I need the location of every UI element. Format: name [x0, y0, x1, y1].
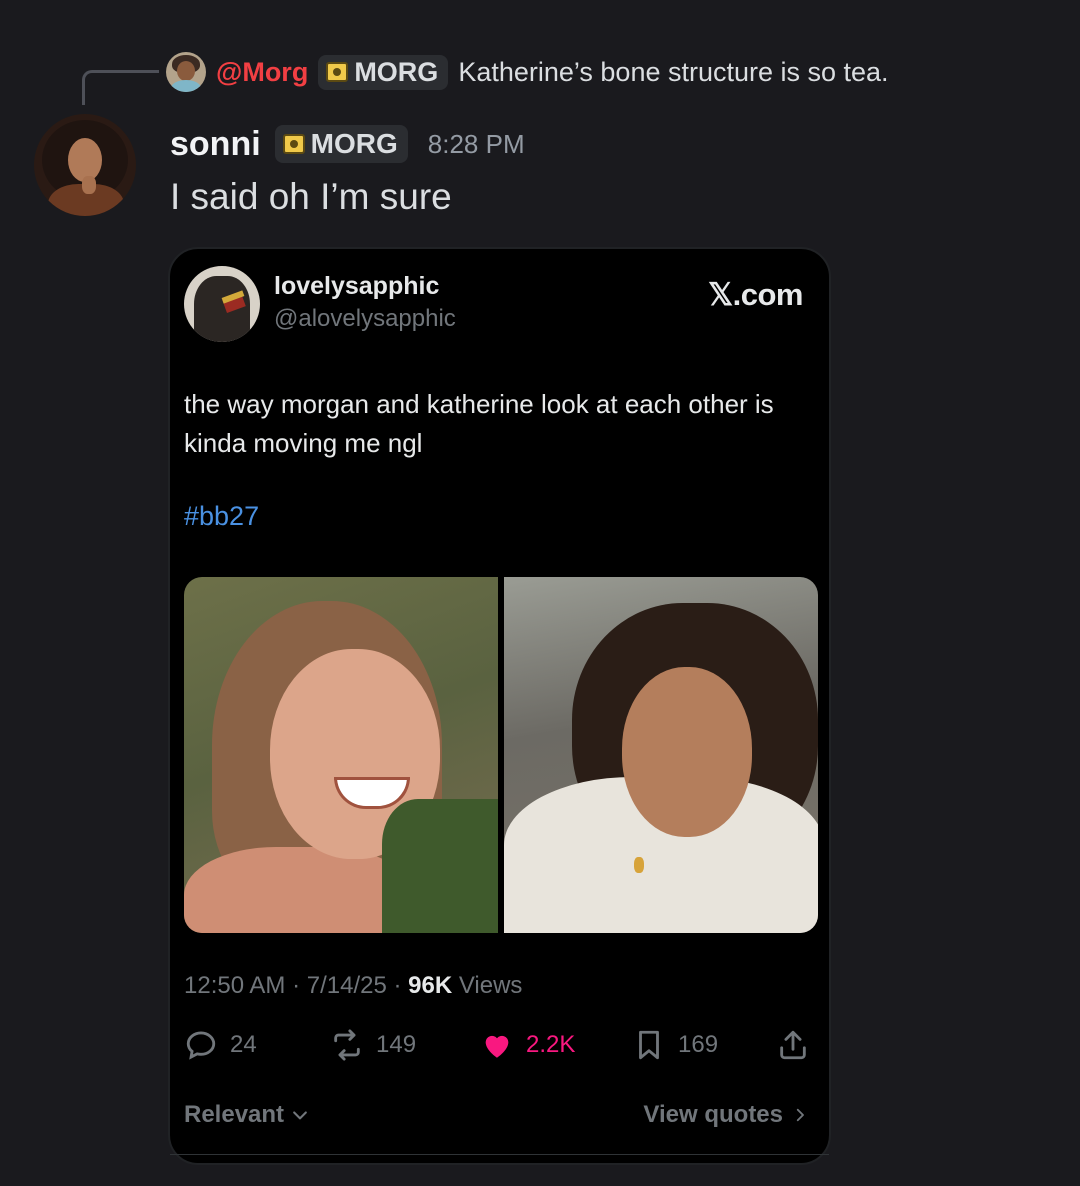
reply-action[interactable]: 24: [184, 1025, 257, 1065]
bookmark-action[interactable]: 169: [632, 1025, 718, 1065]
embed-divider: [170, 1154, 829, 1155]
embed-author-handle[interactable]: @alovelysapphic: [274, 305, 456, 333]
share-action[interactable]: [776, 1025, 810, 1065]
guild-tag-icon: [282, 134, 305, 154]
reply-count: 24: [230, 1031, 257, 1058]
like-action[interactable]: 2.2K: [480, 1025, 575, 1065]
embed-actions: 24 149 2.2K 169: [184, 1025, 812, 1065]
link-embed[interactable]: lovelysapphic @alovelysapphic 𝕏.com the …: [168, 247, 831, 1165]
views-label: Views: [452, 972, 523, 999]
role-tag-label: MORG: [310, 128, 398, 159]
message-text: I said oh I’m sure: [170, 176, 452, 217]
repost-icon: [334, 1029, 360, 1061]
chevron-down-icon: [293, 1111, 307, 1120]
guild-tag-icon: [326, 62, 349, 82]
embed-photo-right[interactable]: [504, 577, 818, 933]
view-quotes-link[interactable]: View quotes: [643, 1101, 809, 1129]
reply-author[interactable]: @Morg: [216, 57, 308, 88]
reply-icon: [186, 1031, 216, 1060]
reply-avatar[interactable]: [166, 52, 206, 92]
embed-hashtag[interactable]: #bb27: [184, 501, 259, 532]
bookmark-count: 169: [678, 1031, 719, 1058]
avatar[interactable]: [34, 114, 136, 216]
embed-author-avatar[interactable]: [184, 266, 260, 342]
message-header: sonni MORG 8:28 PM: [170, 120, 525, 168]
repost-action[interactable]: 149: [330, 1025, 416, 1065]
embed-post-meta: 12:50 AM · 7/14/25 · 96K Views: [184, 972, 522, 1000]
timestamp: 8:28 PM: [427, 128, 525, 159]
reply-text[interactable]: Katherine’s bone structure is so tea.: [458, 57, 888, 88]
sort-relevant-button[interactable]: Relevant: [184, 1101, 310, 1129]
role-tag: MORG: [274, 125, 408, 163]
reply-preview[interactable]: @Morg MORG Katherine’s bone structure is…: [166, 50, 889, 94]
embed-photo-left[interactable]: [184, 577, 498, 933]
views-count: 96K: [408, 972, 453, 999]
view-quotes-label: View quotes: [643, 1101, 783, 1128]
embed-media[interactable]: [184, 577, 818, 933]
heart-icon: [485, 1035, 509, 1058]
post-datetime: 12:50 AM · 7/14/25 ·: [184, 972, 409, 999]
username[interactable]: sonni: [170, 125, 261, 164]
embed-post-text: the way morgan and katherine look at eac…: [184, 389, 774, 458]
reply-role-tag-label: MORG: [354, 56, 439, 87]
chevron-right-icon: [796, 1108, 804, 1122]
reply-role-tag: MORG: [318, 54, 449, 90]
reply-connector-line: [82, 70, 159, 105]
embed-author-name[interactable]: lovelysapphic: [274, 272, 439, 301]
repost-count: 149: [376, 1031, 417, 1058]
like-count: 2.2K: [526, 1031, 576, 1058]
sort-relevant-label: Relevant: [184, 1101, 285, 1128]
embed-site-name[interactable]: 𝕏.com: [708, 277, 803, 313]
share-icon: [780, 1030, 806, 1060]
bookmark-icon: [639, 1030, 659, 1060]
